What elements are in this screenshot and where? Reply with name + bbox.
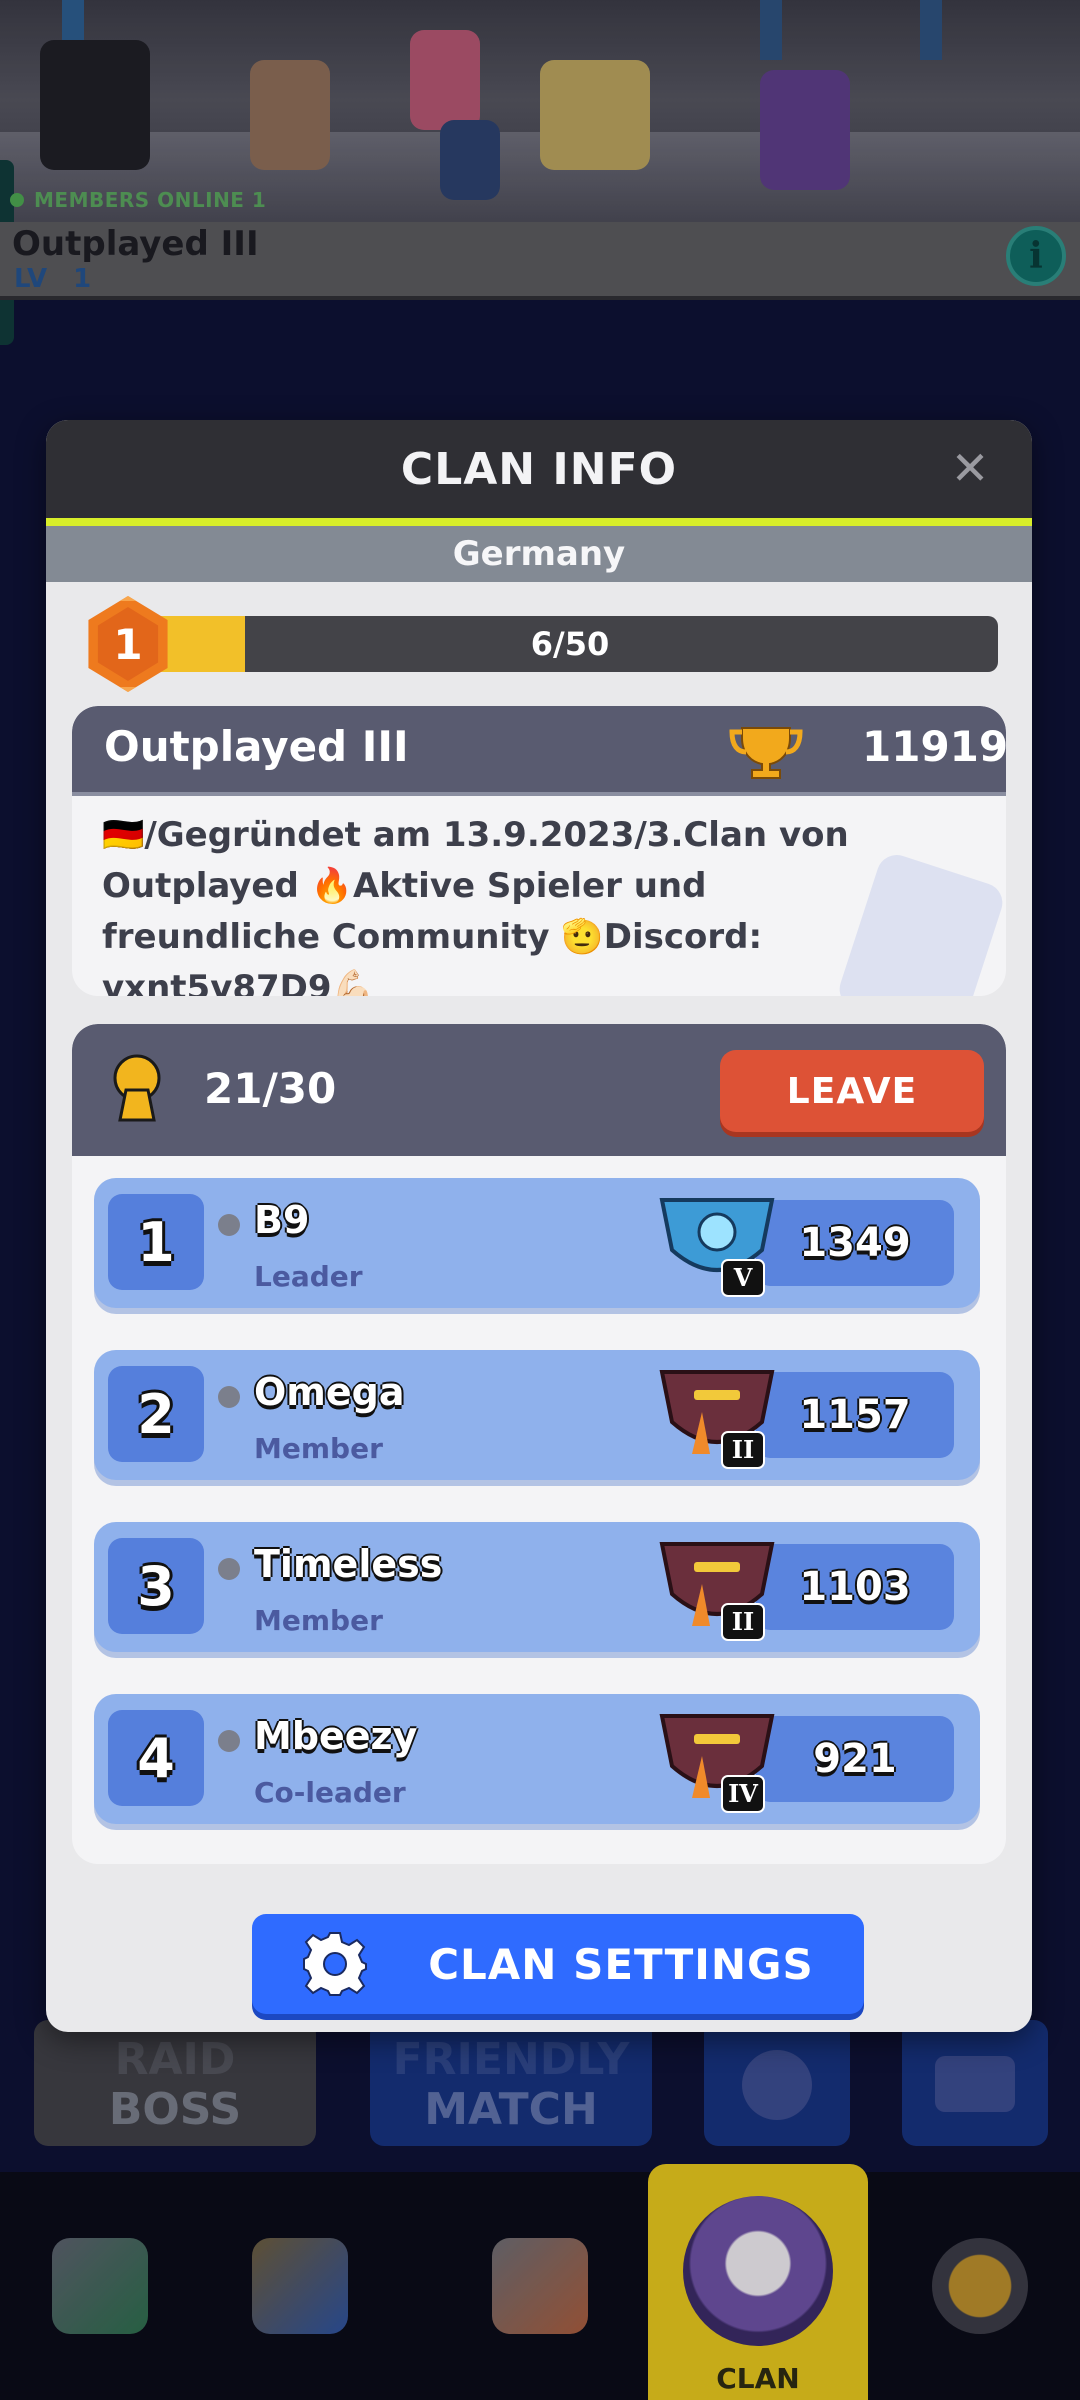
league-badge-icon: II xyxy=(652,1362,782,1470)
member-role: Member xyxy=(254,1432,383,1465)
chat-icon xyxy=(935,2056,1015,2112)
member-name: Omega xyxy=(254,1370,405,1414)
character-figure xyxy=(250,60,330,170)
nav-events[interactable] xyxy=(880,2172,1080,2400)
offline-status-dot xyxy=(218,1558,240,1580)
cart-icon xyxy=(52,2238,148,2334)
member-rank: 4 xyxy=(108,1710,204,1806)
friendly-label-line1: FRIENDLY xyxy=(392,2034,630,2085)
banner-decoration xyxy=(920,0,942,60)
member-trophies: 921 xyxy=(756,1716,954,1802)
raid-boss-label-line1: RAID xyxy=(114,2034,236,2085)
character-figure xyxy=(760,70,850,190)
character-figure xyxy=(440,120,500,200)
member-trophies: 1349 xyxy=(756,1200,954,1286)
league-badge-icon: IV xyxy=(652,1706,782,1814)
member-rank: 3 xyxy=(108,1538,204,1634)
keyhole-icon xyxy=(113,1054,161,1122)
trophy-icon xyxy=(729,727,803,779)
clan-banner-strip: Outplayed III LV 1 xyxy=(0,222,1080,300)
member-rank: 1 xyxy=(108,1194,204,1290)
member-trophies: 1157 xyxy=(756,1372,954,1458)
offline-status-dot xyxy=(218,1386,240,1408)
chat-button[interactable] xyxy=(902,2020,1048,2146)
league-tier-label: II xyxy=(732,1435,754,1464)
members-header: 21/30 LEAVE xyxy=(72,1024,1006,1156)
members-card: 21/30 LEAVE 1 B9 Leader 1349 V 2 Omega M… xyxy=(72,1024,1006,1864)
nav-battle[interactable] xyxy=(440,2172,640,2400)
clan-level-number: 1 xyxy=(97,607,159,681)
members-online: MEMBERS ONLINE 1 xyxy=(10,188,266,212)
xp-bar: 6/50 xyxy=(142,616,998,672)
dialog-header: CLAN INFO ✕ xyxy=(46,420,1032,518)
chess-icon xyxy=(252,2238,348,2334)
clan-description-card: Outplayed III 11919 🇩🇪/Gegründet am 13.9… xyxy=(72,706,1006,996)
clan-name-header: Outplayed III 11919 xyxy=(72,706,1006,796)
league-badge-icon: V xyxy=(652,1190,782,1298)
nav-clan-label: CLAN xyxy=(716,2362,800,2395)
league-tier-label: V xyxy=(733,1263,753,1292)
member-trophies: 1103 xyxy=(756,1544,954,1630)
clan-settings-label: CLAN SETTINGS xyxy=(428,1939,814,1989)
clan-info-dialog: CLAN INFO ✕ Germany 6/50 1 Outplayed III… xyxy=(46,420,1032,2032)
member-row[interactable]: 2 Omega Member 1157 II xyxy=(94,1350,980,1480)
nav-shop[interactable] xyxy=(0,2172,200,2400)
character-figure xyxy=(540,60,650,170)
xp-text: 6/50 xyxy=(530,625,610,663)
nav-clan[interactable]: CLAN xyxy=(648,2164,868,2400)
clan-level-badge: 1 xyxy=(88,596,168,692)
clan-trophy-count: 11919 xyxy=(862,722,1006,771)
raid-boss-button[interactable]: RAID BOSS xyxy=(34,2020,316,2146)
info-icon[interactable]: i xyxy=(1006,226,1066,286)
clan-name: Outplayed III xyxy=(104,722,409,771)
league-tier-label: IV xyxy=(728,1779,758,1808)
leave-button[interactable]: LEAVE xyxy=(720,1050,984,1132)
friendly-match-button[interactable]: FRIENDLY MATCH xyxy=(370,2020,652,2146)
member-name: Timeless xyxy=(254,1542,443,1586)
member-row[interactable]: 1 B9 Leader 1349 V xyxy=(94,1178,980,1308)
character-figure xyxy=(410,30,480,130)
emote-button[interactable] xyxy=(704,2020,850,2146)
level-value: 1 xyxy=(73,264,92,294)
members-online-label: MEMBERS ONLINE 1 xyxy=(34,188,267,212)
background-clan-name: Outplayed III xyxy=(12,224,259,264)
member-rank: 2 xyxy=(108,1366,204,1462)
member-row[interactable]: 3 Timeless Member 1103 II xyxy=(94,1522,980,1652)
nav-collection[interactable] xyxy=(200,2172,400,2400)
league-badge-icon: II xyxy=(652,1534,782,1642)
clan-level-progress: 6/50 1 xyxy=(82,596,998,692)
raid-boss-label-line2: BOSS xyxy=(108,2084,242,2135)
member-count: 21/30 xyxy=(204,1064,337,1113)
clan-crest-icon xyxy=(683,2196,833,2346)
member-role: Co-leader xyxy=(254,1776,406,1809)
stopwatch-icon xyxy=(932,2238,1028,2334)
character-figure xyxy=(40,40,150,170)
member-name: B9 xyxy=(254,1198,310,1242)
clan-country: Germany xyxy=(46,526,1032,582)
friendly-label-line2: MATCH xyxy=(424,2084,598,2135)
member-row[interactable]: 4 Mbeezy Co-leader 921 IV xyxy=(94,1694,980,1824)
online-indicator xyxy=(10,193,24,207)
offline-status-dot xyxy=(218,1730,240,1752)
member-name: Mbeezy xyxy=(254,1714,418,1758)
background-clan-level: LV 1 xyxy=(14,264,91,294)
member-role: Leader xyxy=(254,1260,363,1293)
close-icon[interactable]: ✕ xyxy=(942,440,998,496)
banner-decoration xyxy=(760,0,782,60)
emote-icon xyxy=(742,2050,812,2120)
offline-status-dot xyxy=(218,1214,240,1236)
bottom-navigation: CLAN xyxy=(0,2164,1080,2400)
dialog-title: CLAN INFO xyxy=(400,443,678,495)
crossed-swords-icon xyxy=(492,2238,588,2334)
league-tier-label: II xyxy=(732,1607,754,1636)
header-accent-line xyxy=(46,518,1032,526)
member-role: Member xyxy=(254,1604,383,1637)
clan-settings-button[interactable]: CLAN SETTINGS xyxy=(252,1914,864,2014)
gear-icon xyxy=(303,1932,368,1996)
clan-description: 🇩🇪/Gegründet am 13.9.2023/3.Clan von Out… xyxy=(102,815,849,996)
level-label: LV xyxy=(14,264,48,294)
